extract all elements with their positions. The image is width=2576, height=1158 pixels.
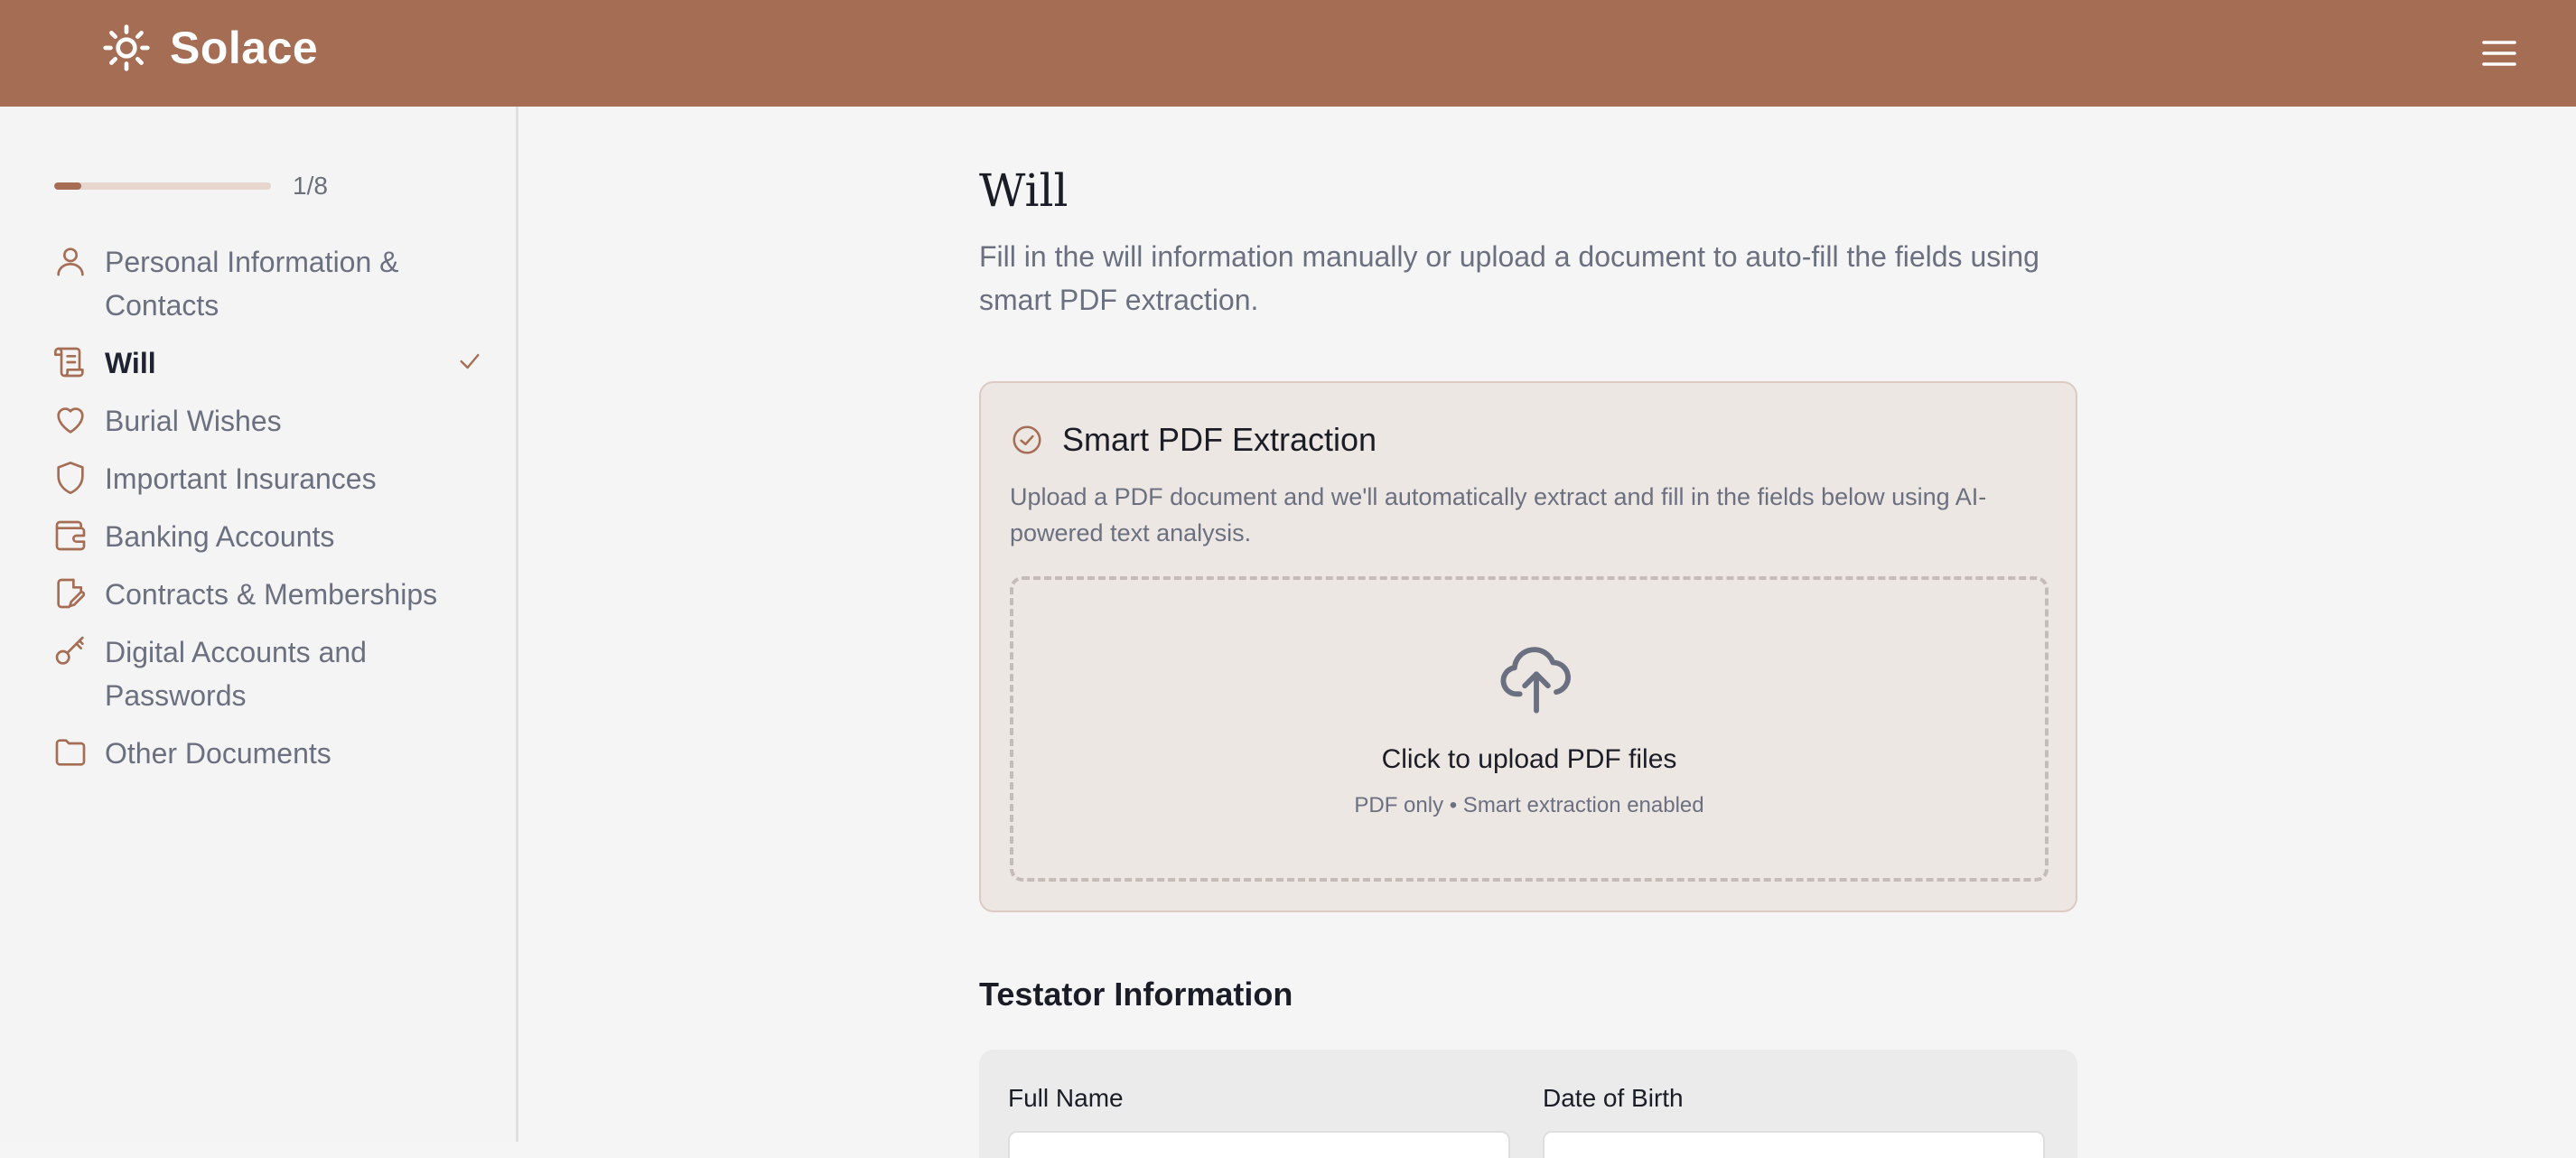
progress-bar — [54, 182, 271, 190]
key-icon — [55, 636, 84, 665]
sidebar-item-personal-information[interactable]: Personal Information & Contacts — [52, 240, 468, 341]
testator-form-card: Full Name Date of Birth — [979, 1050, 2077, 1158]
upload-hint: PDF only • Smart extraction enabled — [1354, 793, 1704, 817]
sidebar-item-other-documents[interactable]: Other Documents — [52, 732, 468, 789]
sidebar: 1/8 Personal Information & Contacts Will — [0, 107, 518, 1142]
folder-icon — [55, 739, 86, 766]
progress-text: 1/8 — [293, 172, 328, 200]
shield-icon — [57, 462, 84, 494]
cloud-upload-icon — [1500, 647, 1571, 714]
sidebar-item-label: Personal Information & Contacts — [105, 246, 399, 322]
document-edit-icon — [57, 578, 86, 609]
pdf-upload-dropzone[interactable]: Click to upload PDF files PDF only • Sma… — [1010, 576, 2049, 882]
sidebar-item-contracts-memberships[interactable]: Contracts & Memberships — [52, 573, 468, 630]
brand[interactable]: Solace — [101, 22, 318, 74]
sidebar-item-digital-accounts[interactable]: Digital Accounts and Passwords — [52, 630, 468, 732]
sidebar-item-label: Banking Accounts — [105, 520, 335, 553]
sidebar-item-label: Digital Accounts and Passwords — [105, 636, 367, 712]
page-title: Will — [979, 164, 1069, 217]
full-name-input[interactable] — [1008, 1131, 1510, 1158]
hamburger-menu-icon — [2482, 41, 2516, 66]
upload-label: Click to upload PDF files — [1381, 744, 1677, 774]
date-of-birth-label: Date of Birth — [1543, 1084, 1684, 1112]
wallet-icon — [55, 520, 86, 551]
top-bar: Solace — [0, 0, 2576, 107]
sidebar-item-label: Will — [105, 347, 156, 379]
sidebar-item-important-insurances[interactable]: Important Insurances — [52, 457, 468, 515]
progress-indicator: 1/8 — [54, 172, 328, 201]
sidebar-item-label: Contracts & Memberships — [105, 578, 438, 611]
section-title-testator: Testator Information — [979, 976, 1293, 1013]
date-of-birth-input[interactable] — [1543, 1131, 2045, 1158]
sun-icon — [103, 24, 150, 71]
smart-extraction-card: Smart PDF Extraction Upload a PDF docume… — [979, 381, 2077, 912]
progress-bar-fill — [54, 182, 81, 190]
full-name-label: Full Name — [1008, 1084, 1124, 1112]
sidebar-item-label: Important Insurances — [105, 462, 377, 495]
sidebar-item-burial-wishes[interactable]: Burial Wishes — [52, 399, 468, 457]
app-name: Solace — [170, 23, 319, 73]
sidebar-nav: Personal Information & Contacts Will Bur… — [52, 240, 480, 789]
page-description: Fill in the will information manually or… — [979, 240, 2039, 316]
check-icon — [460, 353, 480, 369]
sidebar-item-banking-accounts[interactable]: Banking Accounts — [52, 515, 468, 573]
user-icon — [57, 247, 84, 276]
extraction-header: Smart PDF Extraction — [1010, 421, 1377, 459]
extraction-title: Smart PDF Extraction — [1062, 421, 1377, 458]
menu-button[interactable] — [2475, 29, 2524, 78]
extraction-description: Upload a PDF document and we'll automati… — [1010, 483, 1987, 546]
sidebar-item-label: Burial Wishes — [105, 405, 282, 437]
scroll-icon — [54, 347, 84, 378]
sidebar-item-label: Other Documents — [105, 737, 331, 770]
heart-icon — [57, 407, 84, 434]
check-circle-icon — [1013, 425, 1041, 454]
sidebar-item-will[interactable]: Will — [52, 341, 480, 399]
